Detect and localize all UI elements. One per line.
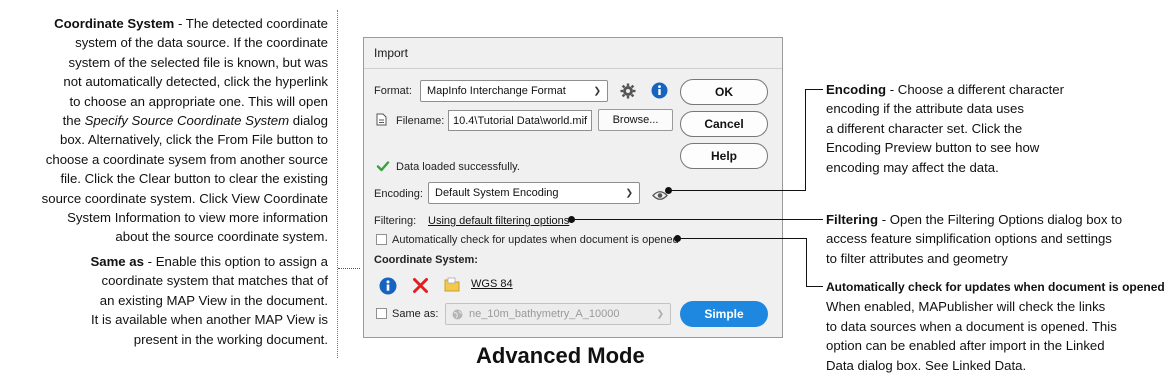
globe-icon (452, 309, 463, 320)
annotation-title: Encoding (826, 82, 887, 97)
annotation-auto-check: Automatically check for updates when doc… (826, 280, 1165, 373)
same-as-select[interactable]: ne_10m_bathymetry_A_10000 ❯ (445, 303, 671, 325)
folder-icon[interactable] (444, 277, 460, 292)
browse-button[interactable]: Browse... (598, 109, 673, 131)
format-value: MapInfo Interchange Format (427, 85, 566, 97)
mode-title: Advanced Mode (476, 343, 645, 368)
gear-icon[interactable] (620, 83, 636, 99)
info-icon[interactable] (379, 277, 397, 295)
status-text: Data loaded successfully. (396, 161, 520, 173)
annotation-filtering: Filtering - Open the Filtering Options d… (826, 212, 1123, 266)
encoding-connector-line-h (805, 89, 823, 90)
simple-button[interactable]: Simple (680, 301, 768, 327)
coordinate-system-link[interactable]: WGS 84 (471, 278, 513, 290)
clear-icon[interactable] (412, 277, 429, 294)
format-label: Format: (374, 85, 412, 97)
import-dialog: Import Format: MapInfo Interchange Forma… (363, 37, 783, 338)
encoding-connector-line-v (805, 89, 806, 191)
filtering-label: Filtering: (374, 215, 417, 227)
encoding-connector-line (669, 190, 806, 191)
format-select[interactable]: MapInfo Interchange Format ❯ (420, 80, 608, 102)
filtering-options-link[interactable]: Using default filtering options (428, 215, 569, 227)
title-divider (364, 68, 782, 69)
filtering-connector-line (572, 219, 823, 220)
auto-check-label: Automatically check for updates when doc… (392, 234, 679, 246)
file-icon (376, 113, 387, 126)
auto-check-checkbox[interactable] (376, 234, 387, 245)
dotted-separator (337, 10, 338, 358)
coordinate-system-header: Coordinate System: (374, 254, 478, 266)
annotation-title: Automatically check for updates when doc… (826, 280, 1165, 294)
ok-button[interactable]: OK (680, 79, 768, 105)
annotation-encoding: Encoding - Choose a different character … (826, 82, 1064, 175)
chevron-down-icon: ❯ (656, 308, 664, 319)
info-icon[interactable] (651, 82, 668, 99)
filename-label: Filename: (396, 115, 445, 127)
chevron-down-icon: ❯ (593, 85, 601, 96)
check-icon (376, 159, 390, 173)
annotation-title: Coordinate System (54, 16, 175, 31)
annotation-title: Filtering (826, 212, 879, 227)
same-as-arrow (338, 268, 360, 269)
filename-field[interactable]: 10.4\Tutorial Data\world.mif (448, 110, 592, 131)
same-as-checkbox[interactable] (376, 308, 387, 319)
chevron-down-icon: ❯ (625, 187, 633, 198)
help-button[interactable]: Help (680, 143, 768, 169)
annotation-same-as: Same as - Enable this option to assign a… (90, 254, 328, 347)
dialog-title: Import (374, 46, 409, 60)
encoding-label: Encoding: (374, 188, 423, 200)
annotation-title: Same as (90, 254, 144, 269)
auto-check-connector-line-h (806, 286, 823, 287)
auto-check-connector-line-v (806, 238, 807, 287)
annotation-coordinate-system: Coordinate System - The detected coordin… (41, 16, 328, 245)
cancel-button[interactable]: Cancel (680, 111, 768, 137)
encoding-select[interactable]: Default System Encoding ❯ (428, 182, 640, 204)
same-as-label: Same as: (392, 308, 439, 320)
same-as-value: ne_10m_bathymetry_A_10000 (469, 308, 620, 320)
encoding-value: Default System Encoding (435, 187, 559, 199)
auto-check-connector-line (678, 238, 807, 239)
